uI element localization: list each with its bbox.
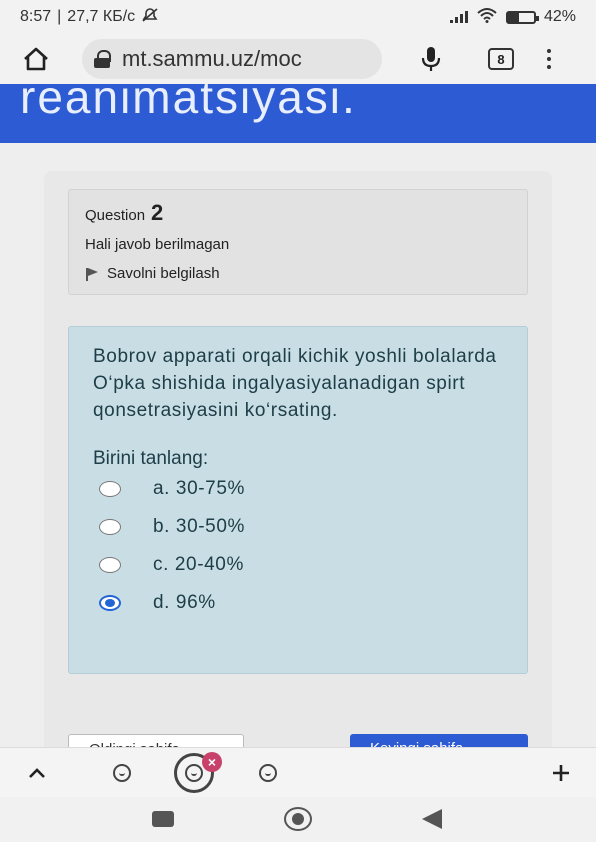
question-info: Question 2 Hali javob berilmagan Savolni…: [68, 189, 528, 295]
back-icon[interactable]: [422, 809, 442, 829]
question-label: Question: [85, 207, 146, 224]
address-field[interactable]: mt.sammu.uz/moc: [82, 39, 382, 79]
home-button[interactable]: [14, 39, 58, 79]
system-home-icon[interactable]: [284, 807, 312, 831]
recent-apps-icon[interactable]: [152, 811, 174, 827]
battery-icon: [505, 10, 539, 24]
microphone-icon: [421, 47, 441, 71]
voice-search-button[interactable]: [416, 39, 446, 79]
question-heading: Question 2: [85, 200, 511, 226]
question-number: 2: [151, 200, 164, 225]
radio-button[interactable]: [99, 481, 121, 497]
address-text: mt.sammu.uz/moc: [122, 46, 302, 71]
system-navigation-bar: [0, 797, 596, 842]
smiley-icon: [113, 764, 131, 782]
page-header: reanimatsiyasi.: [0, 84, 596, 143]
home-icon: [24, 47, 48, 71]
question-content: Bobrov apparati orqali kichik yoshli bol…: [68, 326, 528, 674]
flag-question-link[interactable]: Savolni belgilash: [85, 265, 511, 282]
close-icon[interactable]: ×: [202, 752, 222, 772]
question-state: Hali javob berilmagan: [85, 236, 230, 253]
radio-button[interactable]: [99, 595, 121, 611]
answer-option-b[interactable]: b. 30-50%: [93, 508, 503, 546]
add-button[interactable]: [546, 748, 576, 798]
flag-icon: [85, 267, 99, 281]
notification-muted-icon: [141, 7, 159, 27]
wifi-icon: [476, 7, 498, 28]
status-separator: |: [57, 8, 62, 25]
radio-button[interactable]: [99, 519, 121, 535]
option-label: c. 20-40%: [153, 554, 244, 575]
option-label: b. 30-50%: [153, 516, 246, 537]
smiley-icon: [259, 764, 277, 782]
option-label: d. 96%: [153, 592, 216, 613]
answer-option-a[interactable]: a. 30-75%: [93, 470, 503, 508]
network-speed: 27,7 КБ/с: [67, 8, 136, 25]
option-label: a. 30-75%: [153, 478, 246, 499]
status-time: 8:57: [20, 8, 52, 25]
app-shortcut-3[interactable]: [256, 748, 280, 798]
question-text: Bobrov apparati orqali kichik yoshli bol…: [93, 346, 497, 421]
battery-percent: 42%: [543, 8, 576, 25]
browser-bottom-toolbar: ×: [0, 747, 596, 797]
answer-option-d[interactable]: d. 96%: [93, 584, 503, 622]
radio-button[interactable]: [99, 557, 121, 573]
flag-label: Savolni belgilash: [107, 265, 220, 282]
lock-icon: [94, 50, 111, 68]
signal-icon: [449, 11, 468, 23]
answer-option-c[interactable]: c. 20-40%: [93, 546, 503, 584]
tab-switcher-button[interactable]: 8: [488, 48, 514, 70]
browser-menu-button[interactable]: [544, 39, 554, 79]
scroll-up-button[interactable]: [22, 748, 52, 798]
page-title: reanimatsiyasi.: [20, 84, 357, 123]
chevron-up-icon: [29, 768, 45, 778]
plus-icon: [553, 765, 569, 781]
status-right: 42%: [449, 7, 576, 28]
status-left: 8:57 | 27,7 КБ/с: [20, 7, 450, 27]
app-shortcut-1[interactable]: [110, 748, 134, 798]
answer-prompt: Birini tanlang:: [93, 448, 209, 469]
status-bar: 8:57 | 27,7 КБ/с 42%: [0, 0, 596, 34]
browser-url-bar: mt.sammu.uz/moc 8: [0, 34, 596, 84]
battery-fill: [507, 12, 519, 22]
